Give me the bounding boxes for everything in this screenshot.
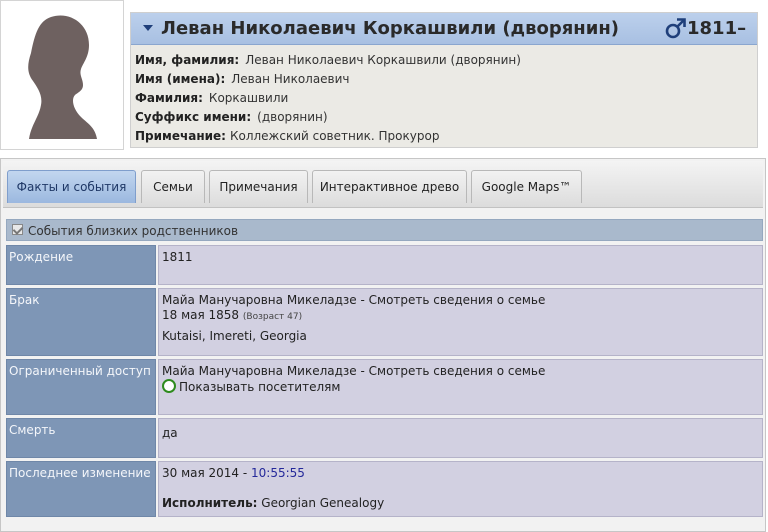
fact-row-restricted: Ограниченный доступ Майа Манучаровна Мик… <box>6 359 763 415</box>
fact-label: Рождение <box>6 245 156 285</box>
fact-value: Майа Манучаровна Микеладзе - Смотреть св… <box>158 359 763 415</box>
field-given-names: Имя (имена): Леван Николаевич <box>135 70 521 89</box>
field-value: Леван Николаевич Коркашвили (дворянин) <box>245 53 521 67</box>
field-full-name: Имя, фамилия: Леван Николаевич Коркашвили… <box>135 51 521 70</box>
fact-label: Брак <box>6 288 156 356</box>
field-surname: Фамилия: Коркашвили <box>135 89 521 108</box>
tabs-panel: Факты и события Семьи Примечания Интерак… <box>0 158 766 532</box>
last-change-time: 10:55:55 <box>251 466 305 480</box>
fact-row-last-change: Последнее изменение 30 мая 2014 - 10:55:… <box>6 461 763 517</box>
relatives-events-header: События близких родственников <box>6 219 763 241</box>
relatives-events-label: События близких родственников <box>28 224 239 238</box>
spouse-family-link[interactable]: Майа Манучаровна Микеладзе - Смотреть св… <box>162 364 759 379</box>
death-value: да <box>162 426 178 440</box>
last-change-author: Исполнитель: Georgian Genealogy <box>162 496 759 511</box>
person-header: Леван Николаевич Коркашвили (дворянин) 1… <box>0 0 768 152</box>
fact-value: 1811 <box>158 245 763 285</box>
person-photo[interactable] <box>0 0 124 150</box>
birth-date: 1811 <box>162 250 193 264</box>
fact-label: Последнее изменение <box>6 461 156 517</box>
person-summary: Леван Николаевич Коркашвили (дворянин) 1… <box>130 12 758 148</box>
last-change-date: 30 мая 2014 <box>162 466 240 480</box>
field-suffix: Суффикс имени: (дворянин) <box>135 108 521 127</box>
author-label: Исполнитель: <box>162 496 258 510</box>
marriage-place[interactable]: Kutaisi, Imereti, Georgia <box>162 329 759 344</box>
person-fields: Имя, фамилия: Леван Николаевич Коркашвили… <box>135 51 521 146</box>
fact-row-marriage: Брак Майа Манучаровна Микеладзе - Смотре… <box>6 288 763 356</box>
tab-families[interactable]: Семьи <box>141 170 205 203</box>
person-name: Леван Николаевич Коркашвили (дворянин) <box>161 18 620 39</box>
birth-year: 1811– <box>687 18 747 39</box>
author-name: Georgian Genealogy <box>261 496 385 510</box>
field-value: Леван Николаевич <box>231 72 350 86</box>
male-icon <box>665 18 686 39</box>
visibility-setting: Показывать посетителям <box>162 379 759 395</box>
fact-value: 30 мая 2014 - 10:55:55 Исполнитель: Geor… <box>158 461 763 517</box>
field-note: Примечание: Коллежский советник. Прокурор <box>135 127 521 146</box>
tab-google-maps[interactable]: Google Maps™ <box>471 170 582 203</box>
field-value: Коллежский советник. Прокурор <box>229 129 440 143</box>
fact-value: да <box>158 418 763 458</box>
field-label: Фамилия: <box>135 91 203 105</box>
tab-notes[interactable]: Примечания <box>209 170 308 203</box>
fact-label: Ограниченный доступ <box>6 359 156 415</box>
datetime-separator: - <box>239 466 252 480</box>
fact-label: Смерть <box>6 418 156 458</box>
last-change-datetime: 30 мая 2014 - 10:55:55 <box>162 466 759 481</box>
marriage-date-text: 18 мая 1858 <box>162 308 240 322</box>
silhouette-icon <box>28 15 97 139</box>
age-at-marriage: (Возраст 47) <box>242 312 303 322</box>
visibility-label: Показывать посетителям <box>179 380 341 394</box>
field-label: Суффикс имени: <box>135 110 252 124</box>
field-value: Коркашвили <box>208 91 289 105</box>
field-value: (дворянин) <box>257 110 328 124</box>
person-name-bar[interactable]: Леван Николаевич Коркашвили (дворянин) 1… <box>131 13 757 45</box>
field-label: Имя (имена): <box>135 72 226 86</box>
tab-interactive-tree[interactable]: Интерактивное древо <box>312 170 467 203</box>
tab-strip: Факты и события Семьи Примечания Интерак… <box>3 161 763 208</box>
field-label: Примечание: <box>135 129 226 143</box>
collapse-arrow-icon[interactable] <box>143 25 153 31</box>
visibility-circle-icon <box>162 379 176 393</box>
marriage-date: 18 мая 1858 (Возраст 47) <box>162 308 759 325</box>
tab-facts-events[interactable]: Факты и события <box>7 170 136 203</box>
field-label: Имя, фамилия: <box>135 53 240 67</box>
fact-value: Майа Манучаровна Микеладзе - Смотреть св… <box>158 288 763 356</box>
fact-row-death: Смерть да <box>6 418 763 458</box>
fact-row-birth: Рождение 1811 <box>6 245 763 285</box>
spouse-family-link[interactable]: Майа Манучаровна Микеладзе - Смотреть св… <box>162 293 759 308</box>
relatives-events-checkbox[interactable] <box>12 224 23 235</box>
